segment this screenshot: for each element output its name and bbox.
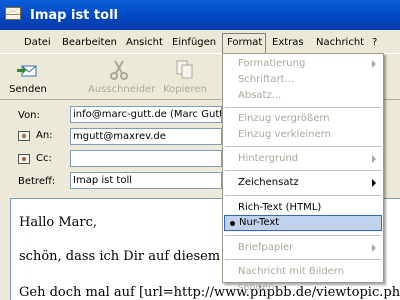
- body-line: schön, dass ich Dir auf diesem Weg: [19, 249, 253, 264]
- menu-item-nachricht-mit-bildern[interactable]: Nachricht mit Bildern senden: [224, 264, 382, 293]
- menu-separator: [225, 195, 381, 196]
- menu-item-label: Formatierung: [238, 58, 306, 69]
- cut-button[interactable]: Ausschneider: [88, 56, 156, 98]
- copy-label: Kopieren: [163, 84, 207, 95]
- menu-extras[interactable]: Extras: [270, 35, 306, 53]
- menu-separator: [225, 259, 381, 260]
- menu-separator: [225, 107, 381, 108]
- to-field[interactable]: mgutt@maxrev.de: [70, 128, 222, 145]
- menu-item-label: Zeichensatz: [238, 177, 299, 188]
- from-field[interactable]: info@marc-gutt.de (Marc Gutt: [70, 106, 222, 123]
- submenu-arrow-icon: [372, 244, 376, 252]
- subject-label: Betreff:: [18, 176, 56, 187]
- copy-icon: [176, 60, 193, 79]
- menu-separator: [225, 146, 381, 147]
- cut-label: Ausschneider: [88, 84, 156, 95]
- menu-separator: [225, 235, 381, 236]
- address-book-icon[interactable]: [18, 154, 30, 164]
- menu-format[interactable]: Format: [222, 33, 266, 54]
- menu-separator: [225, 170, 381, 171]
- title-bar[interactable]: Imap ist toll: [0, 0, 400, 30]
- menu-item-einzug-vergroessern[interactable]: Einzug vergrößern: [224, 111, 382, 127]
- submenu-arrow-icon: [372, 60, 376, 68]
- radio-bullet-icon: [230, 221, 235, 226]
- menu-item-briefpapier[interactable]: Briefpapier: [224, 240, 382, 256]
- subject-field[interactable]: Imap ist toll: [70, 172, 222, 189]
- from-label: Von:: [18, 110, 40, 121]
- menu-item-zeichensatz[interactable]: Zeichensatz: [224, 175, 382, 191]
- mail-icon: [5, 7, 21, 20]
- submenu-arrow-icon: [372, 155, 376, 163]
- menu-ansicht[interactable]: Ansicht: [124, 35, 165, 53]
- send-button[interactable]: Senden: [4, 56, 52, 98]
- submenu-arrow-icon: [372, 179, 376, 187]
- menu-item-hintergrund[interactable]: Hintergrund: [224, 151, 382, 167]
- menu-bar: Datei Bearbeiten Ansicht Einfügen Extras…: [0, 30, 400, 54]
- window-title: Imap ist toll: [30, 8, 118, 23]
- to-label: An:: [36, 130, 53, 141]
- menu-item-formatierung[interactable]: Formatierung: [224, 56, 382, 72]
- menu-bearbeiten[interactable]: Bearbeiten: [60, 35, 119, 53]
- menu-einfuegen[interactable]: Einfügen: [170, 35, 218, 53]
- menu-item-schriftart[interactable]: Schriftart...: [224, 72, 382, 88]
- menu-item-label: Briefpapier: [238, 242, 294, 253]
- format-dropdown-menu: Formatierung Schriftart... Absatz... Ein…: [222, 53, 384, 293]
- body-line: Hallo Marc,: [19, 215, 98, 230]
- menu-item-absatz[interactable]: Absatz...: [224, 88, 382, 104]
- address-book-icon[interactable]: [18, 131, 30, 141]
- menu-item-nur-text[interactable]: Nur-Text: [224, 215, 382, 231]
- menu-nachricht[interactable]: Nachricht: [314, 35, 366, 53]
- menu-datei[interactable]: Datei: [22, 35, 53, 53]
- cc-field[interactable]: [70, 150, 222, 167]
- cc-label: Cc:: [36, 153, 52, 164]
- menu-item-einzug-verkleinern[interactable]: Einzug verkleinern: [224, 127, 382, 143]
- scissors-icon: [110, 60, 128, 80]
- menu-item-label: Nur-Text: [239, 217, 280, 228]
- send-label: Senden: [9, 84, 47, 95]
- copy-button[interactable]: Kopieren: [160, 56, 210, 98]
- send-icon: [17, 65, 37, 77]
- menu-item-rich-text[interactable]: Rich-Text (HTML): [224, 200, 382, 216]
- body-line: Geh doch mal auf [url=http://www.phpbb.d…: [19, 285, 400, 300]
- menu-item-label: Hintergrund: [238, 153, 299, 164]
- menu-help[interactable]: ?: [370, 35, 379, 53]
